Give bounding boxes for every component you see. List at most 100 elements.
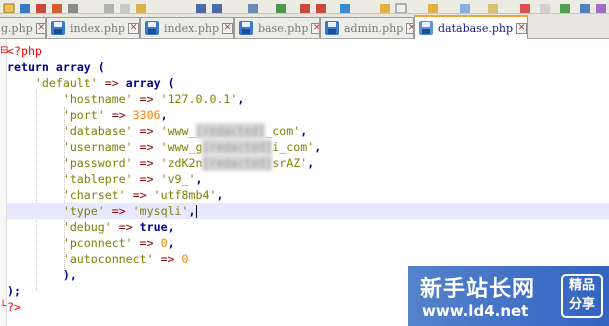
redacted-text: [redacted] [202,139,273,155]
redo-icon [212,4,222,13]
arrow-operator: => [160,252,175,266]
sync-icon [340,4,350,13]
php-close-tag: ?> [7,300,21,314]
php-open-tag: <?php [7,44,42,58]
fold-toggle-icon[interactable]: ⊟ [0,43,8,59]
replace-icon [276,4,286,13]
arrow-operator: => [139,140,154,154]
array-value: srAZ' [272,156,308,170]
show-all-icon [428,4,438,13]
record-macro-icon [520,4,530,13]
file-saved-icon [51,21,65,35]
fold-end-icon: └ [0,301,7,312]
code-line: 'default' => array ( [34,76,175,90]
tab-index-php[interactable]: index.php ✕ [46,17,140,38]
copy-icon [120,4,130,13]
return-keyword: return [7,60,49,74]
tab-label: g.php [1,21,33,35]
arrow-operator: => [132,188,147,202]
zoom-out-icon [316,4,326,13]
array-key: 'username' [62,140,133,154]
tab-label: admin.php [344,21,404,35]
cut-icon [104,4,114,13]
save-macro-icon [596,4,606,13]
code-line: 'username' => 'www_g[redacted]i_com', [62,139,322,155]
arrow-operator: => [104,76,119,90]
code-line: 'port' => 3306, [62,108,168,122]
array-keyword: array [55,60,91,74]
array-key: 'hostname' [62,92,133,106]
arrow-operator: => [139,92,154,106]
array-value: '127.0.0.1' [160,92,238,106]
array-key: 'pconnect' [62,236,133,250]
code-line: 'charset' => 'utf8mb4', [62,188,224,202]
code-line: return array ( [7,60,105,74]
close-icon [52,4,62,13]
wrap-icon [380,4,390,13]
indent-guide-icon [395,3,407,13]
watermark-url: www.ld4.net [422,302,529,320]
find-icon [248,4,258,13]
array-key: 'port' [62,108,105,122]
array-value: true [139,220,168,234]
arrow-operator: => [118,220,133,234]
badge-line: 精品 [568,278,595,293]
array-value: 0 [181,252,189,266]
code-line: 'database' => 'www_[redacted]_com', [62,123,308,139]
tab-label: index.php [164,21,220,35]
close-icon[interactable]: ✕ [516,22,527,34]
tab-label: base.php [258,21,309,35]
code-line: 'hostname' => '127.0.0.1', [62,92,245,106]
array-value: 'mysqli' [132,204,189,218]
close-icon[interactable]: ✕ [128,22,139,34]
paste-icon [136,4,146,13]
array-key: 'default' [34,76,98,90]
array-value: 0 [160,236,168,250]
close-icon[interactable]: ✕ [311,22,319,34]
file-saved-icon [419,21,433,35]
function-list-icon [488,4,498,13]
zoom-in-icon [300,4,310,13]
code-line: 'password' => 'zdK2n[redacted]srAZ', [62,155,315,171]
code-line: <?php [7,43,609,59]
print-icon [68,4,78,13]
file-saved-icon [145,21,159,35]
watermark-badge: 精品 分享 [561,274,603,318]
array-key: 'debug' [62,220,112,234]
array-value: 'zdK2n [160,156,203,170]
array-value: 'www_ [160,124,196,138]
arrow-operator: => [139,172,154,186]
array-keyword: array [125,76,161,90]
close-icon[interactable]: ✕ [35,22,45,34]
close-paren: ); [7,284,21,298]
run-macro-icon [580,4,590,13]
tab-database-php[interactable]: database.php ✕ [414,15,528,39]
save-all-icon [36,4,46,13]
array-key: 'password' [62,156,133,170]
tab-label: database.php [438,21,513,35]
tab-g-php[interactable]: g.php ✕ [0,17,46,38]
site-watermark: 新手站长网 www.ld4.net 精品 分享 [408,266,609,326]
redacted-text: [redacted] [195,123,266,139]
tab-index-php-2[interactable]: index.php ✕ [140,17,234,38]
arrow-operator: => [139,124,154,138]
close-icon[interactable]: ✕ [406,22,413,34]
tab-admin-php[interactable]: admin.php ✕ [320,17,414,38]
arrow-operator: => [111,204,126,218]
stop-macro-icon [540,4,550,13]
array-key: 'charset' [62,188,126,202]
redacted-text: [redacted] [202,155,273,171]
toolbar-icons [3,3,606,13]
fold-margin [0,39,7,326]
play-macro-icon [560,4,570,13]
close-icon[interactable]: ✕ [222,22,233,34]
array-key: 'autoconnect' [62,252,154,266]
text-caret [195,205,197,218]
tab-base-php[interactable]: base.php ✕ [234,17,320,38]
array-value: 'v9_' [160,172,196,186]
doc-map-icon [460,4,470,13]
array-value: _com' [265,124,301,138]
array-value: i_com' [272,140,315,154]
badge-line: 分享 [568,297,595,312]
array-value: 3306 [132,108,161,122]
